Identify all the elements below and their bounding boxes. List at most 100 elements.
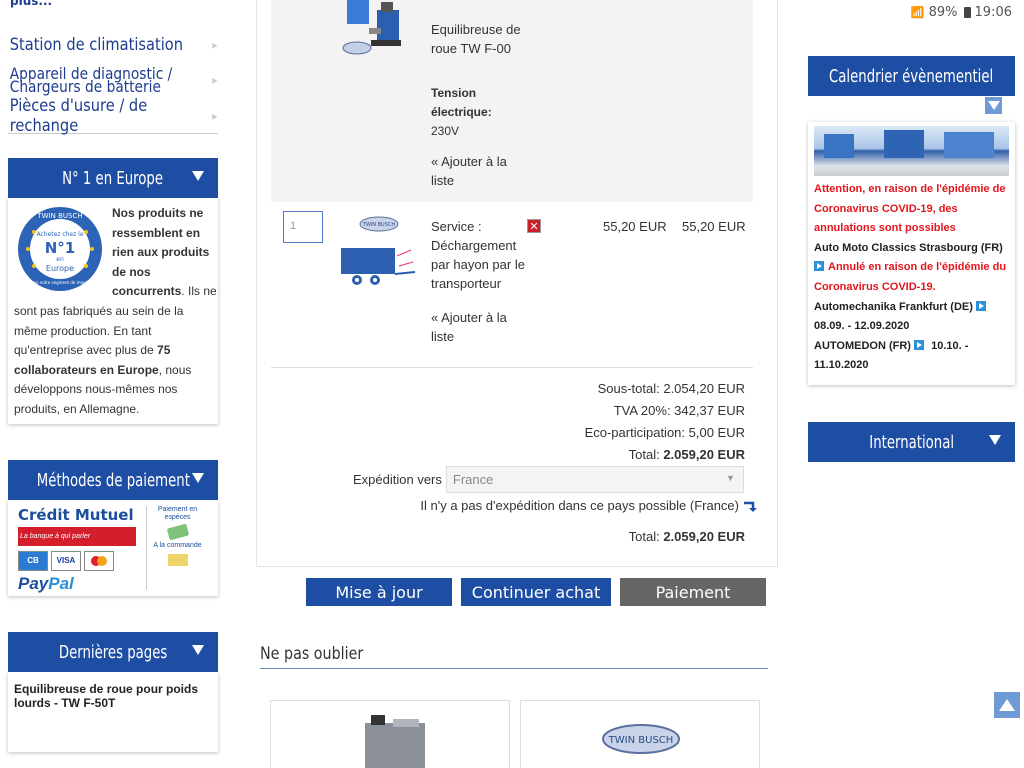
final-total-value: 2.059,20 EUR — [663, 529, 745, 544]
nav-item-climatisation[interactable]: Station de climatisation ▸ — [8, 28, 218, 62]
add-to-list-link[interactable]: « Ajouter à la liste — [431, 308, 519, 346]
item-attribute-value: 230V — [431, 124, 460, 138]
wheel-balancer-image — [342, 0, 401, 55]
play-icon[interactable] — [975, 300, 986, 311]
status-bar: 📶 89% 19:06 — [864, 0, 1024, 24]
final-total: Total: 2.059,20 EUR — [629, 529, 745, 544]
wifi-icon: 📶 — [910, 5, 925, 19]
nav-item-diagnostic[interactable]: Appareil de diagnostic / Chargeurs de ba… — [8, 62, 218, 98]
badge-text-europe: Europe — [46, 264, 74, 273]
continue-shopping-button[interactable]: Continuer achat — [461, 578, 611, 606]
photo-shape — [944, 132, 994, 158]
payment-widget-header[interactable]: Méthodes de paiement — [8, 460, 218, 500]
shipping-message-row: Il n'y a pas d'expédition dans ce pays p… — [420, 498, 757, 513]
cart-buttons: Mise à jour Continuer achat Paiement — [306, 578, 766, 606]
photo-shape — [824, 134, 854, 158]
credit-mutuel-tagline: La banque à qui parler — [18, 526, 136, 547]
calendar-widget-header[interactable]: Calendrier évènementiel — [808, 56, 1015, 96]
unit-price: 55,20 EUR — [603, 219, 667, 234]
recent-widget-body: Equilibreuse de roue pour poids lourds -… — [8, 672, 218, 752]
shipping-country-select[interactable]: France ▼ — [445, 466, 744, 493]
related-product-tile[interactable] — [270, 700, 510, 768]
badge-text-no1: N°1 — [45, 239, 76, 257]
nav-item-label: Station de climatisation — [9, 35, 184, 55]
total: Total: 2.059,20 EUR — [585, 444, 745, 466]
widget-title: International — [869, 431, 954, 453]
payment-widget-body: Crédit Mutuel La banque à qui parler CB … — [8, 500, 218, 596]
chevron-right-icon: ▸ — [212, 108, 218, 123]
related-product-tile[interactable]: TWIN BUSCH — [520, 700, 760, 768]
delete-icon[interactable]: ✕ — [527, 219, 541, 233]
event-3[interactable]: AUTOMEDON (FR) 10.10. - 11.10.2020 — [814, 337, 1009, 376]
europe-widget-body: TWIN BUSCH Achetez chez le N°1 en Europe… — [8, 198, 218, 424]
widget-title: Méthodes de paiement — [36, 469, 190, 491]
recent-page-link[interactable]: Equilibreuse de roue pour poids lourds -… — [14, 682, 212, 710]
envelope-icon — [167, 554, 188, 566]
caret-down-icon — [192, 171, 204, 181]
cart-item-service: 1 TWIN BUSCH Service : Déchargement par … — [271, 202, 753, 368]
total-label: Total: — [628, 447, 660, 462]
nav-item-label: Appareil de diagnostic / Chargeurs de ba… — [9, 64, 173, 96]
play-icon[interactable] — [914, 339, 925, 350]
paypal-logo-part-1: Pay — [18, 574, 49, 594]
trailer-icon — [341, 248, 416, 285]
related-title-text: Ne pas oublier — [260, 644, 364, 664]
checkout-button[interactable]: Paiement — [620, 578, 766, 606]
shipping-country-value: France — [452, 472, 494, 487]
mastercard-circle-icon — [97, 556, 107, 567]
caret-down-icon — [989, 435, 1001, 445]
cb-card-icon: CB — [18, 551, 48, 572]
eco-participation: Eco-participation: 5,00 EUR — [584, 425, 745, 440]
line-total-price: 55,20 EUR — [682, 219, 746, 234]
calendar-widget-body: Attention, en raison de l'épidémie de Co… — [808, 122, 1015, 385]
item-name[interactable]: Equilibreuse de roue TW F-00 — [431, 20, 521, 58]
international-widget-header[interactable]: International — [808, 422, 1015, 462]
scroll-to-top-button[interactable] — [994, 692, 1020, 718]
event-3-name: AUTOMEDON (FR) — [814, 339, 911, 352]
event-2-name: Automechanika Frankfurt (DE) — [814, 300, 973, 313]
battery-icon — [963, 6, 971, 18]
oil-canister-image — [365, 715, 425, 768]
event-photo — [814, 126, 1009, 176]
cash-icon — [166, 523, 189, 541]
twin-busch-logo: TWIN BUSCH — [359, 216, 399, 232]
event-2-dates: 08.09. - 12.09.2020 — [814, 320, 910, 333]
nav-item-cut[interactable]: plus... — [10, 0, 52, 8]
visa-card-icon: VISA — [51, 551, 81, 572]
total-value: 2.059,20 EUR — [663, 447, 745, 462]
event-1[interactable]: Auto Moto Classics Strasbourg (FR) — [814, 239, 1009, 259]
cash-label: Paiement en espèces — [157, 506, 198, 521]
caret-down-icon — [192, 473, 204, 483]
payment-alt-methods: Paiement en espèces A la commande — [146, 506, 202, 590]
widget-title: Calendrier évènementiel — [829, 65, 994, 87]
play-icon[interactable] — [814, 261, 824, 272]
photo-shape — [884, 130, 924, 158]
chevron-right-icon: ▸ — [212, 73, 218, 87]
subtotal: Sous-total: 2.054,20 EUR — [597, 381, 745, 396]
cart-item-wheel-balancer: Equilibreuse de roue TW F-00 Tension éle… — [271, 0, 753, 202]
category-nav: plus... Station de climatisation ▸ Appar… — [8, 0, 218, 136]
twin-busch-logo-text: TWIN BUSCH — [608, 735, 674, 746]
recent-widget-header[interactable]: Dernières pages — [8, 632, 218, 672]
caret-down-icon — [192, 645, 204, 655]
card-logos: CB VISA — [18, 551, 138, 572]
cart-box: Equilibreuse de roue TW F-00 Tension éle… — [256, 0, 778, 567]
add-to-list-link[interactable]: « Ajouter à la liste — [431, 152, 519, 190]
update-button[interactable]: Mise à jour — [306, 578, 452, 606]
badge-text-buy: Achetez chez le — [36, 231, 83, 238]
caret-down-icon[interactable] — [984, 96, 1003, 115]
twin-busch-logo: TWIN BUSCH — [602, 724, 680, 754]
quantity-input[interactable]: 1 — [283, 211, 323, 243]
nav-item-pieces[interactable]: Pièces d'usure / de rechange ▸ — [8, 95, 218, 136]
paypal-logo: PayPal — [18, 574, 138, 594]
nav-item-label: Pièces d'usure / de rechange — [9, 95, 148, 136]
battery-level: 89% — [928, 4, 958, 20]
twin-busch-logo-text: TWIN BUSCH — [362, 222, 396, 228]
vat: TVA 20%: 342,37 EUR — [613, 403, 745, 418]
event-2[interactable]: Automechanika Frankfurt (DE) — [814, 298, 1009, 318]
service-name[interactable]: Service : Déchargement par hayon par le … — [431, 217, 525, 293]
mastercard-icon — [84, 551, 114, 572]
return-arrow-icon — [744, 501, 757, 512]
europe-widget-header[interactable]: N° 1 en Europe — [8, 158, 218, 198]
widget-title: N° 1 en Europe — [62, 167, 164, 189]
